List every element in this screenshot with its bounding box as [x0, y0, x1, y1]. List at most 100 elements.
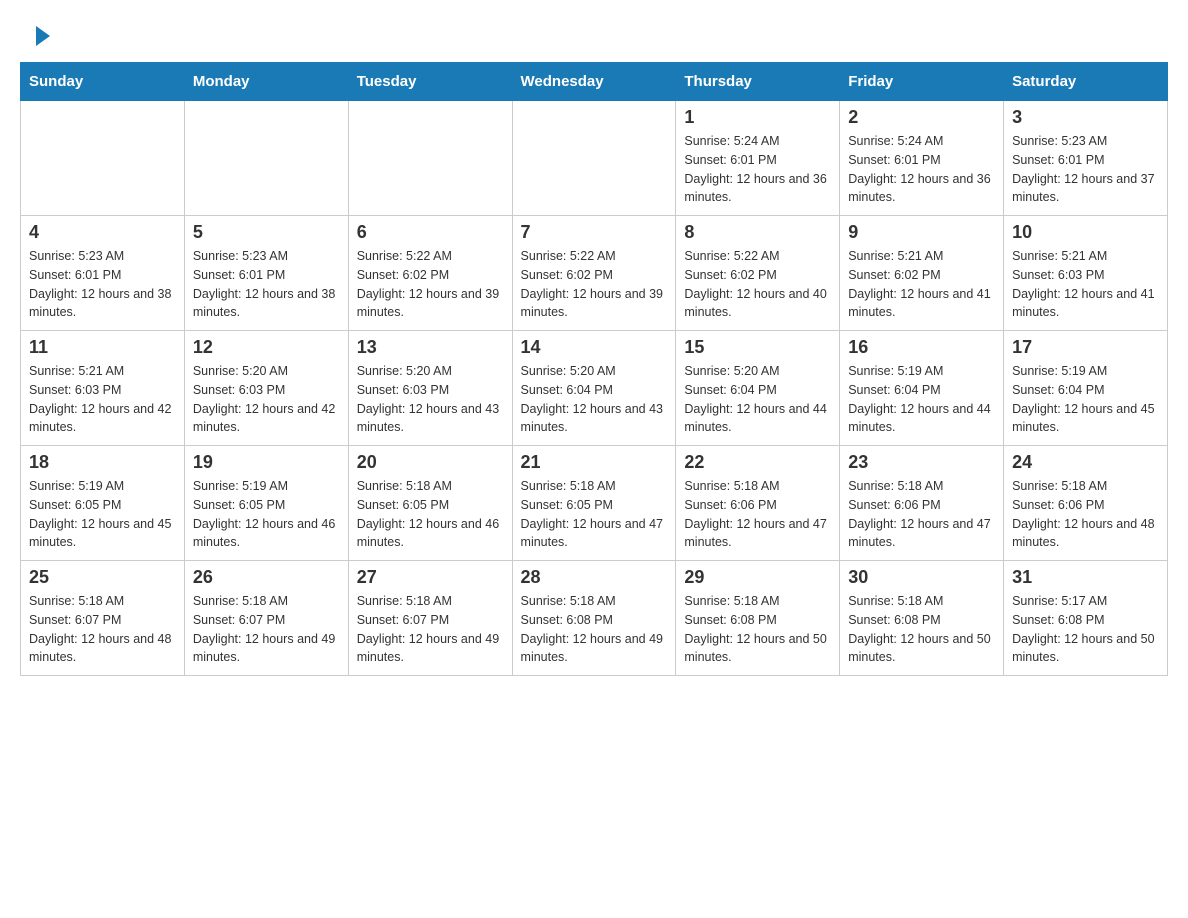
day-number: 14 — [521, 337, 668, 358]
calendar-cell: 20Sunrise: 5:18 AMSunset: 6:05 PMDayligh… — [348, 446, 512, 561]
calendar-cell: 18 Sunrise: 5:19 AMSunset: 6:05 PMDayligh… — [21, 446, 185, 561]
day-info: Sunrise: 5:18 AMSunset: 6:08 PMDaylight:… — [521, 592, 668, 667]
calendar-cell: 23Sunrise: 5:18 AMSunset: 6:06 PMDayligh… — [840, 446, 1004, 561]
calendar-cell: 8 Sunrise: 5:22 AMSunset: 6:02 PMDaylight… — [676, 216, 840, 331]
calendar-cell: 29 Sunrise: 5:18 AMSunset: 6:08 PMDayligh… — [676, 561, 840, 676]
calendar-cell: 9 Sunrise: 5:21 AMSunset: 6:02 PMDaylight… — [840, 216, 1004, 331]
day-info: Sunrise: 5:18 AMSunset: 6:07 PMDaylight:… — [357, 592, 504, 667]
day-info: Sunrise: 5:21 AMSunset: 6:03 PMDaylight:… — [1012, 247, 1159, 322]
day-number: 4 — [29, 222, 176, 243]
day-number: 18 — [29, 452, 176, 473]
day-info: Sunrise: 5:21 AMSunset: 6:02 PMDaylight:… — [848, 247, 995, 322]
day-info: Sunrise: 5:23 AMSunset: 6:01 PMDaylight:… — [193, 247, 340, 322]
day-info: Sunrise: 5:20 AMSunset: 6:03 PMDaylight:… — [193, 362, 340, 437]
calendar-cell: 1 Sunrise: 5:24 AMSunset: 6:01 PMDaylight… — [676, 101, 840, 216]
day-info: Sunrise: 5:20 AMSunset: 6:04 PMDaylight:… — [684, 362, 831, 437]
page-header — [0, 0, 1188, 62]
day-info: Sunrise: 5:19 AMSunset: 6:04 PMDaylight:… — [1012, 362, 1159, 437]
calendar-week-row: 1 Sunrise: 5:24 AMSunset: 6:01 PMDaylight… — [21, 101, 1168, 216]
column-header-friday: Friday — [840, 63, 1004, 101]
day-info: Sunrise: 5:24 AMSunset: 6:01 PMDaylight:… — [684, 132, 831, 207]
calendar-cell: 3 Sunrise: 5:23 AMSunset: 6:01 PMDaylight… — [1004, 101, 1168, 216]
column-header-thursday: Thursday — [676, 63, 840, 101]
day-info: Sunrise: 5:18 AMSunset: 6:08 PMDaylight:… — [848, 592, 995, 667]
day-info: Sunrise: 5:22 AMSunset: 6:02 PMDaylight:… — [521, 247, 668, 322]
day-info: Sunrise: 5:19 AMSunset: 6:04 PMDaylight:… — [848, 362, 995, 437]
calendar-cell — [512, 101, 676, 216]
day-number: 30 — [848, 567, 995, 588]
calendar-cell: 22 Sunrise: 5:18 AMSunset: 6:06 PMDayligh… — [676, 446, 840, 561]
calendar-cell: 5 Sunrise: 5:23 AMSunset: 6:01 PMDaylight… — [184, 216, 348, 331]
day-info: Sunrise: 5:23 AMSunset: 6:01 PMDaylight:… — [29, 247, 176, 322]
day-info: Sunrise: 5:23 AMSunset: 6:01 PMDaylight:… — [1012, 132, 1159, 207]
day-number: 21 — [521, 452, 668, 473]
calendar-cell: 10 Sunrise: 5:21 AMSunset: 6:03 PMDayligh… — [1004, 216, 1168, 331]
calendar-cell: 6 Sunrise: 5:22 AMSunset: 6:02 PMDaylight… — [348, 216, 512, 331]
calendar-cell: 15 Sunrise: 5:20 AMSunset: 6:04 PMDayligh… — [676, 331, 840, 446]
calendar-cell: 25Sunrise: 5:18 AMSunset: 6:07 PMDayligh… — [21, 561, 185, 676]
column-header-sunday: Sunday — [21, 63, 185, 101]
logo-triangle-icon — [36, 26, 50, 46]
day-info: Sunrise: 5:22 AMSunset: 6:02 PMDaylight:… — [684, 247, 831, 322]
calendar-cell — [184, 101, 348, 216]
day-info: Sunrise: 5:19 AMSunset: 6:05 PMDaylight:… — [29, 477, 176, 552]
day-number: 3 — [1012, 107, 1159, 128]
calendar-cell: 19 Sunrise: 5:19 AMSunset: 6:05 PMDayligh… — [184, 446, 348, 561]
day-info: Sunrise: 5:22 AMSunset: 6:02 PMDaylight:… — [357, 247, 504, 322]
day-number: 19 — [193, 452, 340, 473]
day-info: Sunrise: 5:24 AMSunset: 6:01 PMDaylight:… — [848, 132, 995, 207]
day-info: Sunrise: 5:20 AMSunset: 6:03 PMDaylight:… — [357, 362, 504, 437]
day-number: 2 — [848, 107, 995, 128]
day-number: 8 — [684, 222, 831, 243]
calendar-cell: 17 Sunrise: 5:19 AMSunset: 6:04 PMDayligh… — [1004, 331, 1168, 446]
day-info: Sunrise: 5:18 AMSunset: 6:06 PMDaylight:… — [684, 477, 831, 552]
day-info: Sunrise: 5:18 AMSunset: 6:06 PMDaylight:… — [848, 477, 995, 552]
day-number: 24 — [1012, 452, 1159, 473]
day-number: 29 — [684, 567, 831, 588]
calendar-cell: 16 Sunrise: 5:19 AMSunset: 6:04 PMDayligh… — [840, 331, 1004, 446]
column-header-saturday: Saturday — [1004, 63, 1168, 101]
calendar-cell: 4 Sunrise: 5:23 AMSunset: 6:01 PMDaylight… — [21, 216, 185, 331]
day-number: 10 — [1012, 222, 1159, 243]
day-number: 22 — [684, 452, 831, 473]
day-info: Sunrise: 5:18 AMSunset: 6:07 PMDaylight:… — [193, 592, 340, 667]
day-number: 16 — [848, 337, 995, 358]
day-number: 15 — [684, 337, 831, 358]
day-number: 11 — [29, 337, 176, 358]
day-number: 12 — [193, 337, 340, 358]
day-number: 26 — [193, 567, 340, 588]
day-number: 9 — [848, 222, 995, 243]
column-header-monday: Monday — [184, 63, 348, 101]
day-number: 27 — [357, 567, 504, 588]
calendar-cell: 31Sunrise: 5:17 AMSunset: 6:08 PMDayligh… — [1004, 561, 1168, 676]
day-number: 5 — [193, 222, 340, 243]
calendar-week-row: 18 Sunrise: 5:19 AMSunset: 6:05 PMDayligh… — [21, 446, 1168, 561]
calendar-cell: 2 Sunrise: 5:24 AMSunset: 6:01 PMDaylight… — [840, 101, 1004, 216]
column-header-tuesday: Tuesday — [348, 63, 512, 101]
day-info: Sunrise: 5:21 AMSunset: 6:03 PMDaylight:… — [29, 362, 176, 437]
day-number: 20 — [357, 452, 504, 473]
column-header-wednesday: Wednesday — [512, 63, 676, 101]
calendar-cell: 27 Sunrise: 5:18 AMSunset: 6:07 PMDayligh… — [348, 561, 512, 676]
calendar-week-row: 11 Sunrise: 5:21 AMSunset: 6:03 PMDayligh… — [21, 331, 1168, 446]
calendar-cell: 13 Sunrise: 5:20 AMSunset: 6:03 PMDayligh… — [348, 331, 512, 446]
calendar-week-row: 4 Sunrise: 5:23 AMSunset: 6:01 PMDaylight… — [21, 216, 1168, 331]
day-info: Sunrise: 5:20 AMSunset: 6:04 PMDaylight:… — [521, 362, 668, 437]
calendar-cell: 30 Sunrise: 5:18 AMSunset: 6:08 PMDayligh… — [840, 561, 1004, 676]
day-info: Sunrise: 5:18 AMSunset: 6:08 PMDaylight:… — [684, 592, 831, 667]
calendar-cell: 21 Sunrise: 5:18 AMSunset: 6:05 PMDayligh… — [512, 446, 676, 561]
logo — [32, 24, 50, 46]
day-info: Sunrise: 5:18 AMSunset: 6:05 PMDaylight:… — [521, 477, 668, 552]
day-number: 31 — [1012, 567, 1159, 588]
calendar-cell: 11 Sunrise: 5:21 AMSunset: 6:03 PMDayligh… — [21, 331, 185, 446]
day-info: Sunrise: 5:18 AMSunset: 6:06 PMDaylight:… — [1012, 477, 1159, 552]
day-number: 1 — [684, 107, 831, 128]
day-info: Sunrise: 5:19 AMSunset: 6:05 PMDaylight:… — [193, 477, 340, 552]
day-number: 7 — [521, 222, 668, 243]
day-number: 6 — [357, 222, 504, 243]
day-number: 17 — [1012, 337, 1159, 358]
calendar-cell: 14 Sunrise: 5:20 AMSunset: 6:04 PMDayligh… — [512, 331, 676, 446]
day-number: 13 — [357, 337, 504, 358]
calendar-table: SundayMondayTuesdayWednesdayThursdayFrid… — [20, 62, 1168, 676]
day-info: Sunrise: 5:18 AMSunset: 6:07 PMDaylight:… — [29, 592, 176, 667]
